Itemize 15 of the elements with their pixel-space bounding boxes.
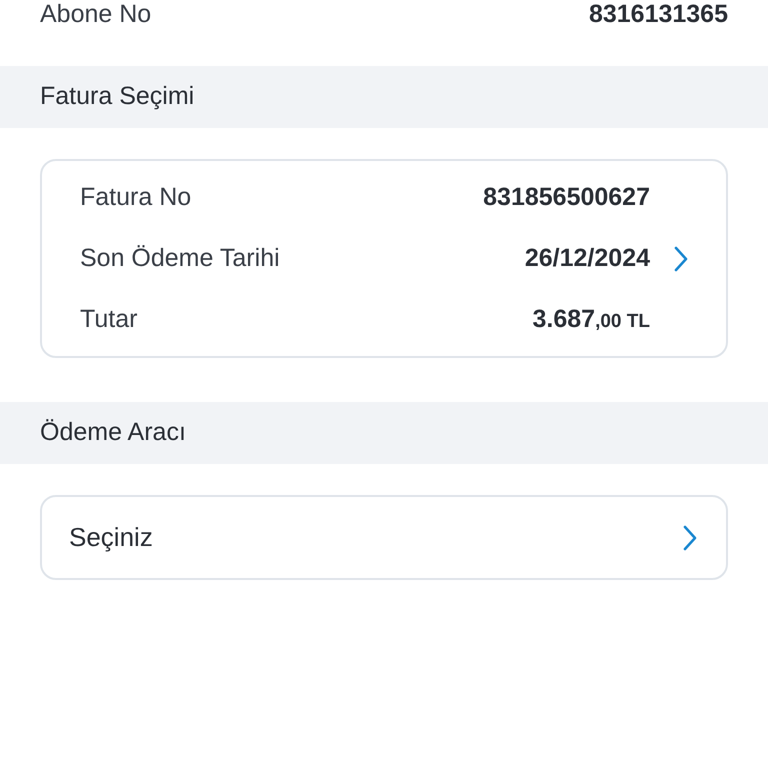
selector-placeholder: Seçiniz [69,521,153,554]
invoice-card[interactable]: Fatura No 831856500627 Son Ödeme Tarihi 26/12/2024 Tutar 3.687,00 TL [40,159,728,358]
chevron-right-icon [673,244,689,272]
section-title: Ödeme Aracı [40,417,186,448]
invoice-field-label: Son Ödeme Tarihi [80,242,280,274]
payment-method-selector[interactable]: Seçiniz [40,495,728,580]
invoice-field-value: 831856500627 [483,182,650,213]
invoice-amount: 3.687,00 TL [532,304,650,335]
chevron-right-icon [682,524,698,552]
section-title: Fatura Seçimi [40,81,194,112]
invoice-field-label: Tutar [80,304,138,335]
invoice-field-label: Fatura No [80,182,192,213]
subscriber-label: Abone No [40,0,152,30]
subscriber-number: 8316131365 [588,0,728,30]
invoice-field-value: 26/12/2024 [524,242,650,274]
